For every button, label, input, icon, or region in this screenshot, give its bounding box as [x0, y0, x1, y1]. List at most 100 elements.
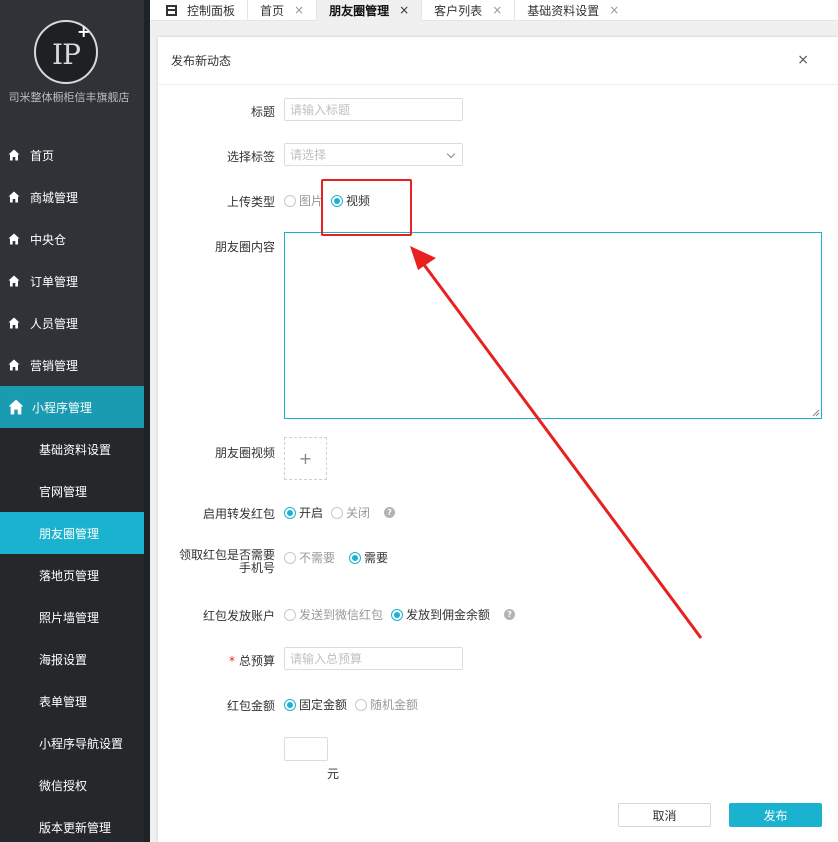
content-textarea[interactable] — [284, 232, 822, 419]
tab-moments[interactable]: 朋友圈管理 × — [317, 0, 423, 21]
close-icon[interactable]: × — [399, 3, 409, 17]
submenu-item-landing[interactable]: 落地页管理 — [0, 554, 144, 596]
sidebar-item-label: 小程序管理 — [32, 400, 93, 415]
account-wechat-radio[interactable]: 发送到微信红包 — [284, 606, 383, 623]
home-icon — [8, 359, 20, 371]
radio-dot — [284, 608, 296, 621]
dialog-title: 发布新动态 — [171, 54, 232, 68]
submenu-item-forms[interactable]: 表单管理 — [0, 680, 144, 722]
logo-plus: + — [77, 22, 91, 41]
title-input[interactable]: 请输入标题 — [284, 98, 463, 121]
logo-text: IP — [52, 38, 81, 71]
need-phone-yes-radio[interactable]: 需要 — [349, 549, 388, 566]
budget-input[interactable]: 请输入总预算 — [284, 647, 463, 670]
submenu-item-poster[interactable]: 海报设置 — [0, 638, 144, 680]
account-commission-radio[interactable]: 发放到佣金余额 — [391, 606, 490, 623]
home-icon — [8, 399, 24, 415]
budget-label-text: 总预算 — [238, 654, 275, 668]
radio-dot — [331, 506, 344, 519]
submenu-item-moments[interactable]: 朋友圈管理 — [0, 512, 144, 554]
sidebar-item-label: 营销管理 — [30, 358, 79, 373]
sidebar: IP + 司米整体橱柜信丰旗舰店 首页 商城管理 中央仓 订单管理 人员管理 营… — [0, 0, 144, 842]
tab-label: 客户列表 — [434, 3, 483, 18]
home-icon — [8, 317, 20, 329]
radio-dot — [355, 698, 368, 711]
sidebar-item-label: 中央仓 — [30, 232, 67, 247]
logo-area: IP + 司米整体橱柜信丰旗舰店 — [0, 0, 144, 125]
radio-dot — [284, 698, 296, 711]
sidebar-menu: 首页 商城管理 中央仓 订单管理 人员管理 营销管理 小程序管理 基础资料设置 … — [0, 134, 144, 842]
tab-home[interactable]: 首页 × — [248, 0, 318, 21]
store-name: 司米整体橱柜信丰旗舰店 — [8, 91, 130, 104]
radio-dot — [284, 194, 296, 207]
required-mark: * — [228, 654, 235, 668]
tab-label: 首页 — [260, 3, 285, 18]
tag-label: 选择标签 — [226, 150, 275, 164]
tab-basic-settings[interactable]: 基础资料设置 × — [515, 0, 631, 21]
radio-label: 关闭 — [346, 506, 371, 520]
annotation-highlight-box — [321, 179, 412, 236]
help-icon[interactable]: ? — [504, 609, 516, 620]
sidebar-item-staff[interactable]: 人员管理 — [0, 302, 144, 344]
amount-unit: 元 — [327, 767, 340, 781]
tab-customers[interactable]: 客户列表 × — [422, 0, 516, 21]
tag-select-placeholder: 请选择 — [290, 148, 327, 162]
upload-type-label: 上传类型 — [226, 195, 275, 209]
amount-random-radio[interactable]: 随机金额 — [355, 696, 418, 713]
redpacket-enable-label: 启用转发红包 — [202, 507, 275, 521]
plus-icon: + — [298, 449, 313, 468]
radio-label: 固定金额 — [299, 698, 348, 712]
close-icon[interactable]: × — [609, 3, 619, 17]
submenu-item-wechat-auth[interactable]: 微信授权 — [0, 764, 144, 806]
amount-input[interactable] — [284, 737, 328, 761]
tab-label: 基础资料设置 — [527, 3, 600, 18]
sidebar-item-home[interactable]: 首页 — [0, 134, 144, 176]
radio-label: 图片 — [299, 194, 324, 208]
sidebar-item-label: 商城管理 — [30, 190, 79, 205]
submenu-item-website[interactable]: 官网管理 — [0, 470, 144, 512]
publish-dialog: 发布新动态 × 标题 请输入标题 选择标签 请选择 上传类型 图片 视频 朋友圈… — [158, 37, 838, 842]
home-icon — [8, 191, 20, 203]
radio-label: 随机金额 — [370, 698, 419, 712]
tag-select[interactable]: 请选择 — [284, 143, 463, 166]
content-label: 朋友圈内容 — [214, 240, 275, 254]
submenu-item-navigation[interactable]: 小程序导航设置 — [0, 722, 144, 764]
close-icon[interactable]: × — [797, 52, 809, 68]
close-icon[interactable]: × — [492, 3, 502, 17]
sidebar-item-mall[interactable]: 商城管理 — [0, 176, 144, 218]
redpacket-enable-off-radio[interactable]: 关闭 — [331, 504, 370, 521]
help-icon[interactable]: ? — [384, 507, 396, 518]
amount-fixed-radio[interactable]: 固定金额 — [284, 696, 347, 713]
radio-dot — [284, 551, 296, 564]
tab-dashboard[interactable]: 控制面板 — [150, 0, 249, 21]
sidebar-item-label: 首页 — [30, 148, 55, 163]
sidebar-item-marketing[interactable]: 营销管理 — [0, 344, 144, 386]
resize-grip-icon[interactable] — [812, 409, 820, 417]
sidebar-item-orders[interactable]: 订单管理 — [0, 260, 144, 302]
upload-type-image-radio[interactable]: 图片 — [284, 192, 323, 209]
video-upload-button[interactable]: + — [284, 437, 327, 480]
title-label: 标题 — [250, 105, 275, 119]
radio-label: 需要 — [364, 551, 389, 565]
sidebar-item-label: 订单管理 — [30, 274, 79, 289]
account-label: 红包发放账户 — [202, 609, 275, 623]
redpacket-enable-on-radio[interactable]: 开启 — [284, 504, 323, 521]
home-icon — [8, 149, 20, 161]
cancel-button[interactable]: 取消 — [618, 803, 711, 827]
tab-label: 朋友圈管理 — [329, 3, 390, 18]
submenu-item-version[interactable]: 版本更新管理 — [0, 806, 144, 842]
sidebar-item-miniprogram[interactable]: 小程序管理 — [0, 386, 144, 428]
redpacket-enable-radio-group: 开启 关闭 ? — [284, 504, 396, 521]
radio-dot — [349, 551, 362, 564]
need-phone-no-radio[interactable]: 不需要 — [284, 549, 335, 566]
dashboard-icon — [166, 4, 177, 16]
submenu-item-basic-settings[interactable]: 基础资料设置 — [0, 428, 144, 470]
submenu-item-photowall[interactable]: 照片墙管理 — [0, 596, 144, 638]
publish-button[interactable]: 发布 — [729, 803, 822, 827]
close-icon[interactable]: × — [294, 3, 304, 17]
video-label: 朋友圈视频 — [214, 446, 275, 460]
sidebar-item-warehouse[interactable]: 中央仓 — [0, 218, 144, 260]
radio-label: 发送到微信红包 — [299, 608, 384, 622]
sidebar-scrollbar[interactable] — [144, 0, 150, 842]
budget-label: * 总预算 — [158, 652, 275, 669]
